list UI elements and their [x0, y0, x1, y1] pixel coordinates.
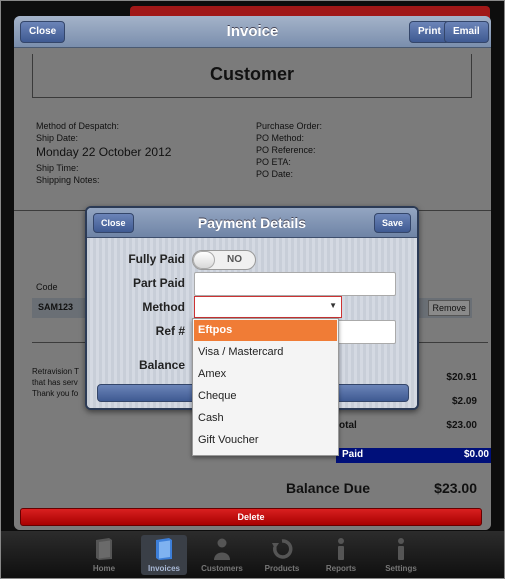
- remove-button[interactable]: Remove: [428, 300, 470, 316]
- despatch-meta: Method of Despatch: Ship Date: Monday 22…: [36, 120, 171, 186]
- info-icon: [338, 538, 344, 560]
- paid-row[interactable]: Paid $0.00: [336, 448, 491, 463]
- toggle-knob: [193, 251, 215, 269]
- ref-label: Ref #: [155, 324, 185, 338]
- method-option-gift-voucher[interactable]: Gift Voucher: [194, 430, 337, 451]
- tab-customers-label: Customers: [201, 564, 243, 573]
- tab-settings-label: Settings: [385, 564, 417, 573]
- tax-value: $2.09: [451, 396, 477, 407]
- ship-time-label: Ship Time:: [36, 163, 79, 173]
- item-code: SAM123: [38, 302, 74, 312]
- balance-label: Balance: [138, 358, 185, 372]
- book-icon: [156, 538, 172, 560]
- refresh-icon: [272, 539, 293, 559]
- tab-home-label: Home: [92, 564, 116, 573]
- delete-button[interactable]: Delete: [20, 508, 482, 526]
- purchase-order-label: Purchase Order:: [256, 121, 323, 131]
- total-value: $23.00: [446, 420, 477, 431]
- paid-label: Paid: [342, 449, 364, 460]
- subtotal-value: $20.91: [446, 372, 477, 383]
- method-label: Method: [142, 300, 185, 314]
- part-paid-input[interactable]: [194, 272, 396, 296]
- modal-save-button[interactable]: Save: [373, 213, 411, 233]
- code-column-header: Code: [36, 282, 58, 292]
- invoice-header: Close Invoice Print Email: [14, 16, 491, 48]
- po-date-label: PO Date:: [256, 169, 294, 179]
- invoice-notes: Retravision T that has serv Thank you fo: [32, 366, 79, 399]
- person-icon: [214, 538, 230, 560]
- toggle-value: NO: [227, 254, 242, 265]
- method-option-cheque[interactable]: Cheque: [194, 386, 337, 407]
- balance-due-value: $23.00: [434, 480, 477, 496]
- balance-due-label: Balance Due: [286, 480, 371, 496]
- paid-value: $0.00: [463, 449, 489, 460]
- fully-paid-label: Fully Paid: [128, 252, 185, 266]
- po-reference-label: PO Reference:: [256, 145, 316, 155]
- fully-paid-toggle[interactable]: NO: [192, 250, 256, 270]
- method-option-eftpos[interactable]: Eftpos: [194, 320, 337, 341]
- ship-date-value[interactable]: Monday 22 October 2012: [36, 145, 171, 160]
- note-line: Retravision T: [32, 367, 79, 376]
- tab-reports-label: Reports: [325, 564, 357, 573]
- part-paid-label: Part Paid: [132, 276, 185, 290]
- ship-date-label: Ship Date:: [36, 133, 79, 143]
- info-icon: [398, 538, 404, 560]
- modal-header: Close Payment Details Save: [87, 208, 417, 238]
- tab-settings[interactable]: Settings: [378, 535, 424, 575]
- note-line: Thank you fo: [32, 389, 79, 398]
- customer-title: Customer: [209, 64, 294, 84]
- customer-box[interactable]: Customer: [32, 54, 472, 98]
- method-option-amex[interactable]: Amex: [194, 364, 337, 385]
- book-icon: [96, 538, 112, 560]
- despatch-label: Method of Despatch:: [36, 121, 120, 131]
- tab-customers[interactable]: Customers: [199, 535, 245, 575]
- note-line: that has serv: [32, 378, 78, 387]
- tab-products[interactable]: Products: [259, 535, 305, 575]
- po-method-label: PO Method:: [256, 133, 305, 143]
- chevron-down-icon: ▼: [329, 301, 337, 310]
- method-option-cash[interactable]: Cash: [194, 408, 337, 429]
- total-label: otal: [339, 420, 357, 431]
- tab-reports[interactable]: Reports: [318, 535, 364, 575]
- method-select[interactable]: ▼: [194, 296, 342, 318]
- tab-invoices-label: Invoices: [147, 564, 180, 573]
- tab-invoices[interactable]: Invoices: [141, 535, 187, 575]
- method-dropdown: Eftpos Visa / Mastercard Amex Cheque Cas…: [192, 318, 339, 456]
- email-button[interactable]: Email: [444, 21, 489, 43]
- tab-products-label: Products: [264, 564, 300, 573]
- modal-title: Payment Details: [197, 215, 307, 231]
- method-option-visa-mastercard[interactable]: Visa / Mastercard: [194, 342, 337, 363]
- tab-bar: Home Invoices Customers Products Reports…: [1, 531, 504, 578]
- purchase-order-meta: Purchase Order: PO Method: PO Reference:…: [256, 120, 322, 180]
- shipping-notes-label: Shipping Notes:: [36, 175, 100, 185]
- po-eta-label: PO ETA:: [256, 157, 291, 167]
- tab-home[interactable]: Home: [81, 535, 127, 575]
